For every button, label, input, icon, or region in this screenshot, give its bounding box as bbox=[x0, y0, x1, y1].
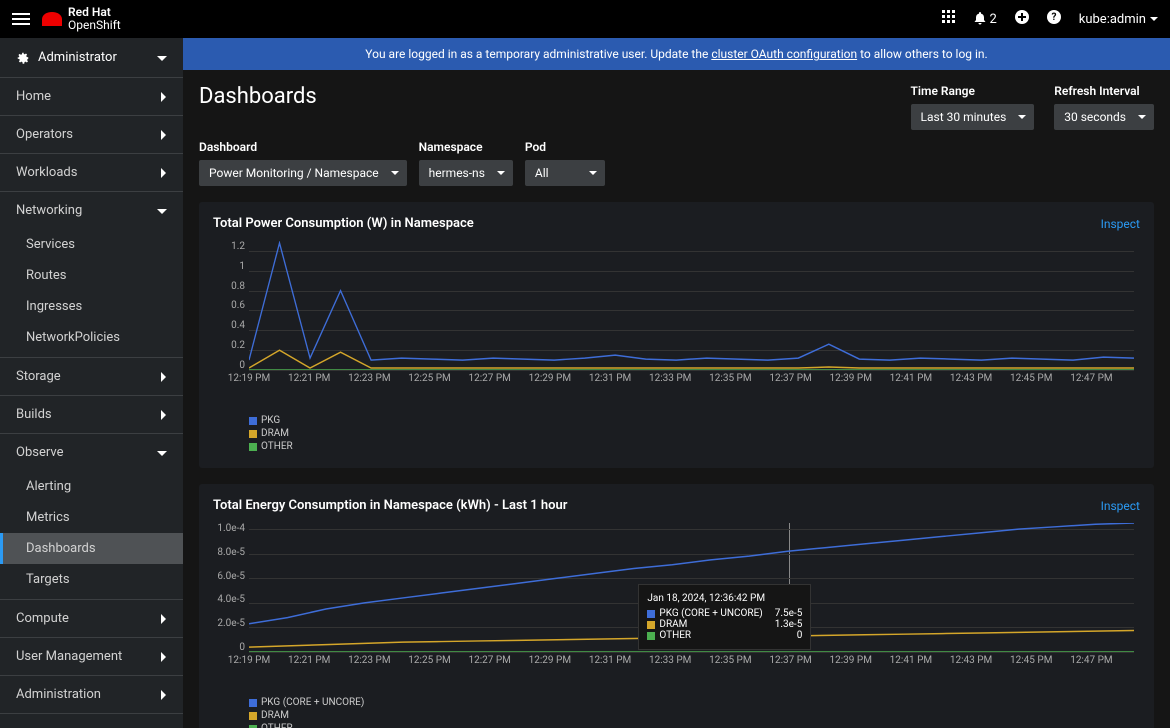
gear-icon bbox=[16, 51, 30, 65]
sidebar-subitem-targets[interactable]: Targets bbox=[0, 564, 183, 600]
oauth-config-link[interactable]: cluster OAuth configuration bbox=[711, 47, 857, 61]
plus-circle-icon[interactable] bbox=[1015, 10, 1029, 28]
chart2-x-axis: 12:19 PM12:21 PM12:23 PM12:25 PM12:27 PM… bbox=[249, 655, 1134, 673]
chart2-tooltip: Jan 18, 2024, 12:36:42 PM PKG (CORE + UN… bbox=[638, 584, 811, 650]
power-chart[interactable]: 1.210.80.60.40.20 12:19 PM12:21 PM12:23 … bbox=[249, 241, 1134, 391]
power-consumption-panel: Total Power Consumption (W) in Namespace… bbox=[199, 202, 1154, 468]
time-range-label: Time Range bbox=[911, 84, 1035, 98]
chart1-y-axis: 1.210.80.60.40.20 bbox=[213, 241, 245, 371]
chevron-right-icon bbox=[159, 410, 167, 420]
chart1-legend: PKGDRAMOTHER bbox=[249, 415, 1140, 452]
tooltip-timestamp: Jan 18, 2024, 12:36:42 PM bbox=[647, 593, 802, 604]
notif-count: 2 bbox=[989, 12, 996, 27]
sidebar-item-compute[interactable]: Compute bbox=[0, 600, 183, 638]
redhat-icon bbox=[42, 12, 62, 26]
chevron-right-icon bbox=[159, 92, 167, 102]
panel2-inspect-link[interactable]: Inspect bbox=[1101, 499, 1140, 513]
brand-line2: OpenShift bbox=[68, 19, 121, 32]
chevron-down-icon bbox=[157, 207, 167, 215]
sidebar-item-operators[interactable]: Operators bbox=[0, 116, 183, 154]
panel1-title: Total Power Consumption (W) in Namespace bbox=[213, 216, 474, 231]
panel2-title: Total Energy Consumption in Namespace (k… bbox=[213, 498, 567, 513]
chevron-down-icon bbox=[157, 53, 167, 63]
chevron-right-icon bbox=[159, 372, 167, 382]
brand-logo: Red Hat OpenShift bbox=[42, 6, 121, 32]
sidebar-subitem-dashboards[interactable]: Dashboards bbox=[0, 533, 183, 564]
chevron-down-icon bbox=[1150, 15, 1158, 23]
sidebar-item-observe[interactable]: Observe bbox=[0, 434, 183, 471]
chart2-y-axis: 1.0e-48.0e-56.0e-54.0e-52.0e-50 bbox=[213, 523, 245, 653]
sidebar-item-networking[interactable]: Networking bbox=[0, 192, 183, 229]
user-name: kube:admin bbox=[1079, 12, 1146, 27]
sidebar-subitem-services[interactable]: Services bbox=[0, 229, 183, 260]
sidebar-subitem-alerting[interactable]: Alerting bbox=[0, 471, 183, 502]
refresh-label: Refresh Interval bbox=[1054, 84, 1154, 98]
dashboard-filter-label: Dashboard bbox=[199, 140, 407, 154]
apps-grid-icon[interactable] bbox=[942, 10, 956, 28]
chart2-plot-area: Jan 18, 2024, 12:36:42 PM PKG (CORE + UN… bbox=[249, 523, 1134, 653]
pod-filter-label: Pod bbox=[525, 140, 605, 154]
sidebar-subitem-routes[interactable]: Routes bbox=[0, 260, 183, 291]
perspective-switcher[interactable]: Administrator bbox=[0, 38, 183, 78]
help-icon[interactable]: ? bbox=[1047, 10, 1061, 28]
topbar: Red Hat OpenShift 2 ? kube:admin bbox=[0, 0, 1170, 38]
chevron-down-icon bbox=[157, 449, 167, 457]
chart2-legend: PKG (CORE + UNCORE)DRAMOTHER bbox=[249, 697, 1140, 728]
energy-chart[interactable]: 1.0e-48.0e-56.0e-54.0e-52.0e-50 Jan 18, … bbox=[249, 523, 1134, 673]
sidebar-item-usermgmt[interactable]: User Management bbox=[0, 638, 183, 676]
auth-banner: You are logged in as a temporary adminis… bbox=[183, 38, 1170, 70]
dashboard-filter-dropdown[interactable]: Power Monitoring / Namespace bbox=[199, 160, 407, 186]
svg-text:?: ? bbox=[1051, 12, 1056, 23]
chevron-right-icon bbox=[159, 130, 167, 140]
page-title: Dashboards bbox=[199, 84, 317, 109]
chart1-x-axis: 12:19 PM12:21 PM12:23 PM12:25 PM12:27 PM… bbox=[249, 373, 1134, 391]
sidebar-item-builds[interactable]: Builds bbox=[0, 396, 183, 434]
chevron-right-icon bbox=[159, 690, 167, 700]
bell-icon[interactable]: 2 bbox=[974, 12, 996, 27]
chevron-right-icon bbox=[159, 652, 167, 662]
namespace-filter-dropdown[interactable]: hermes-ns bbox=[419, 160, 513, 186]
sidebar-item-administration[interactable]: Administration bbox=[0, 676, 183, 714]
namespace-filter-label: Namespace bbox=[419, 140, 513, 154]
panel1-inspect-link[interactable]: Inspect bbox=[1101, 217, 1140, 231]
sidebar-item-home[interactable]: Home bbox=[0, 78, 183, 116]
refresh-dropdown[interactable]: 30 seconds bbox=[1054, 104, 1154, 130]
sidebar-subitem-networkpolicies[interactable]: NetworkPolicies bbox=[0, 322, 183, 358]
main-content: You are logged in as a temporary adminis… bbox=[183, 38, 1170, 728]
sidebar: Administrator Home Operators Workloads N… bbox=[0, 38, 183, 728]
energy-consumption-panel: Total Energy Consumption in Namespace (k… bbox=[199, 484, 1154, 728]
hamburger-menu[interactable] bbox=[12, 13, 30, 25]
sidebar-subitem-metrics[interactable]: Metrics bbox=[0, 502, 183, 533]
user-menu[interactable]: kube:admin bbox=[1079, 12, 1158, 27]
chevron-right-icon bbox=[159, 614, 167, 624]
chart1-plot-area bbox=[249, 241, 1134, 371]
sidebar-subitem-ingresses[interactable]: Ingresses bbox=[0, 291, 183, 322]
sidebar-item-workloads[interactable]: Workloads bbox=[0, 154, 183, 192]
chevron-right-icon bbox=[159, 168, 167, 178]
pod-filter-dropdown[interactable]: All bbox=[525, 160, 605, 186]
time-range-dropdown[interactable]: Last 30 minutes bbox=[911, 104, 1035, 130]
perspective-label: Administrator bbox=[38, 50, 117, 65]
sidebar-item-storage[interactable]: Storage bbox=[0, 358, 183, 396]
